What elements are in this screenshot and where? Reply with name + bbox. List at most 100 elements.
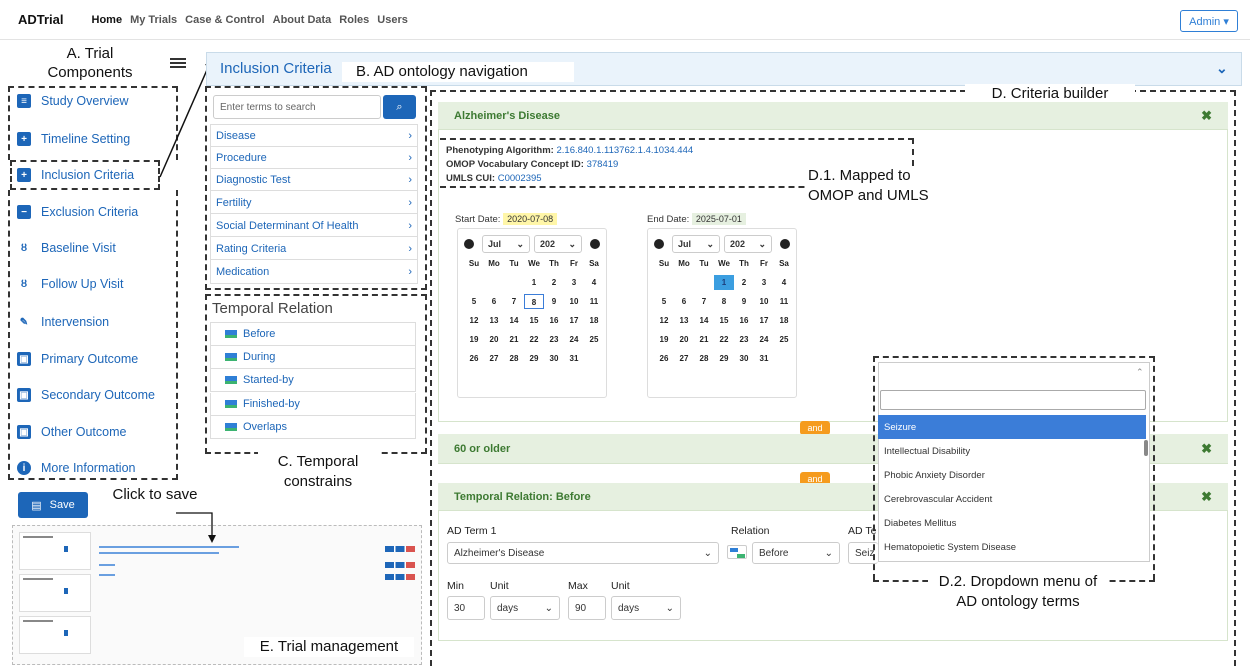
calendar-day[interactable]: 21 — [504, 332, 524, 347]
nav-my-trials[interactable]: My Trials — [130, 14, 177, 26]
calendar-day[interactable]: 22 — [524, 332, 544, 347]
calendar-day[interactable]: 15 — [524, 313, 544, 328]
calendar-day[interactable]: 4 — [584, 275, 604, 290]
calendar-day[interactable]: 26 — [654, 351, 674, 366]
calendar-day[interactable]: 27 — [674, 351, 694, 366]
sidebar-item-other-outcome[interactable]: ▣ Other Outcome — [17, 417, 177, 447]
calendar-day[interactable]: 25 — [584, 332, 604, 347]
next-month-icon[interactable] — [780, 239, 790, 249]
close-icon[interactable]: ✖ — [1201, 441, 1212, 457]
calendar-day[interactable]: 6 — [484, 294, 504, 309]
calendar-day[interactable]: 31 — [754, 351, 774, 366]
calendar-day-grid[interactable]: 1 2 3 4 5 6 7 8 9 10 11 12 13 14 15 16 17 18 19 20 21 22 23 24 2… — [464, 275, 604, 366]
ontology-category-fertility[interactable]: Fertility › — [210, 192, 418, 214]
calendar-day[interactable]: 13 — [484, 313, 504, 328]
calendar-day[interactable]: 17 — [754, 313, 774, 328]
prev-month-icon[interactable] — [654, 239, 664, 249]
calendar-day[interactable]: 21 — [694, 332, 714, 347]
dropdown-option[interactable]: Hematopoietic System Disease — [878, 535, 1146, 559]
close-icon[interactable]: ✖ — [1201, 108, 1212, 124]
sidebar-item-exclusion-criteria[interactable]: − Exclusion Criteria — [17, 197, 177, 227]
relation-select[interactable]: Before ⌄ — [752, 542, 840, 564]
chevron-up-icon[interactable]: ⌃ — [1136, 367, 1144, 378]
month-select[interactable]: Jul ⌄ — [672, 235, 720, 253]
temporal-item-overlaps[interactable]: Overlaps — [210, 416, 416, 439]
calendar-day[interactable]: 24 — [754, 332, 774, 347]
calendar-day[interactable]: 19 — [654, 332, 674, 347]
calendar-day[interactable]: 24 — [564, 332, 584, 347]
prev-month-icon[interactable] — [464, 239, 474, 249]
calendar-day[interactable]: 14 — [694, 313, 714, 328]
min-unit-select[interactable]: days ⌄ — [490, 596, 560, 620]
calendar-day[interactable]: 19 — [464, 332, 484, 347]
term1-select[interactable]: Alzheimer's Disease ⌄ — [447, 542, 719, 564]
calendar-day[interactable]: 10 — [564, 294, 584, 309]
calendar-day[interactable]: 9 — [734, 294, 754, 309]
ontology-category-rating-criteria[interactable]: Rating Criteria › — [210, 238, 418, 260]
calendar-day[interactable]: 1 — [524, 275, 544, 290]
year-select[interactable]: 202 ⌄ — [724, 235, 772, 253]
calendar-day[interactable]: 2 — [544, 275, 564, 290]
and-connector[interactable]: and — [800, 421, 830, 435]
start-date-value[interactable]: 2020-07-08 — [503, 213, 558, 225]
ontology-search-input[interactable]: Enter terms to search — [213, 95, 381, 119]
max-input[interactable]: 90 — [568, 596, 606, 620]
temporal-item-finished-by[interactable]: Finished-by — [210, 393, 416, 416]
calendar-day[interactable]: 11 — [584, 294, 604, 309]
temporal-item-during[interactable]: During — [210, 346, 416, 369]
chevron-down-icon[interactable]: ⌄ — [1216, 60, 1228, 77]
ontology-category-disease[interactable]: Disease › — [210, 125, 418, 147]
nav-about-data[interactable]: About Data — [273, 14, 332, 26]
sidebar-item-intervension[interactable]: ✎ Intervension — [17, 307, 177, 337]
calendar-day[interactable]: 12 — [654, 313, 674, 328]
nav-home[interactable]: Home — [92, 14, 123, 26]
calendar-day[interactable]: 16 — [734, 313, 754, 328]
ontology-category-diagnostic-test[interactable]: Diagnostic Test › — [210, 169, 418, 191]
omop-link[interactable]: 378419 — [587, 159, 619, 170]
ontology-category-sdoh[interactable]: Social Determinant Of Health › — [210, 215, 418, 237]
calendar-day[interactable]: 1 — [714, 275, 734, 290]
phenotyping-link[interactable]: 2.16.840.1.113762.1.4.1034.444 — [556, 145, 693, 156]
calendar-day[interactable]: 20 — [484, 332, 504, 347]
dropdown-scrollbar[interactable] — [1144, 440, 1148, 456]
dropdown-option[interactable]: Phobic Anxiety Disorder — [878, 463, 1146, 487]
dropdown-option[interactable]: Intellectual Disability — [878, 439, 1146, 463]
admin-menu-button[interactable]: Admin ▾ — [1180, 10, 1238, 32]
month-select[interactable]: Jul ⌄ — [482, 235, 530, 253]
calendar-day[interactable]: 30 — [544, 351, 564, 366]
dropdown-option[interactable]: Diabetes Mellitus — [878, 511, 1146, 535]
calendar-day[interactable]: 18 — [584, 313, 604, 328]
calendar-day[interactable]: 17 — [564, 313, 584, 328]
nav-roles[interactable]: Roles — [339, 14, 369, 26]
ontology-category-medication[interactable]: Medication › — [210, 261, 418, 283]
end-date-value[interactable]: 2025-07-01 — [691, 213, 746, 225]
end-date-calendar[interactable]: Jul ⌄ 202 ⌄ Su Mo Tu We Th Fr Sa 1 2 3 4 5 6 7 8 9 10 11 12… — [647, 228, 797, 398]
max-unit-select[interactable]: days ⌄ — [611, 596, 681, 620]
calendar-day[interactable]: 8 — [524, 294, 544, 309]
dropdown-search-input[interactable] — [880, 390, 1146, 410]
dropdown-option-seizure[interactable]: Seizure — [878, 415, 1146, 439]
calendar-day[interactable]: 23 — [734, 332, 754, 347]
sidebar-item-more-information[interactable]: i More Information — [17, 453, 177, 483]
min-input[interactable]: 30 — [447, 596, 485, 620]
calendar-day[interactable]: 16 — [544, 313, 564, 328]
calendar-day[interactable]: 29 — [714, 351, 734, 366]
calendar-day[interactable]: 20 — [674, 332, 694, 347]
save-button[interactable]: ▤ Save — [18, 492, 88, 518]
start-date-calendar[interactable]: Jul ⌄ 202 ⌄ Su Mo Tu We Th Fr Sa 1 2 3 4 5 6 7 8 9 10 11 12… — [457, 228, 607, 398]
calendar-day[interactable]: 14 — [504, 313, 524, 328]
calendar-day[interactable]: 5 — [464, 294, 484, 309]
calendar-day[interactable]: 28 — [504, 351, 524, 366]
calendar-day[interactable]: 22 — [714, 332, 734, 347]
calendar-day[interactable]: 15 — [714, 313, 734, 328]
calendar-day[interactable]: 5 — [654, 294, 674, 309]
calendar-day[interactable]: 26 — [464, 351, 484, 366]
temporal-item-started-by[interactable]: Started-by — [210, 369, 416, 392]
calendar-day[interactable]: 18 — [774, 313, 794, 328]
calendar-day[interactable]: 25 — [774, 332, 794, 347]
calendar-day[interactable]: 12 — [464, 313, 484, 328]
calendar-day[interactable]: 7 — [504, 294, 524, 309]
next-month-icon[interactable] — [590, 239, 600, 249]
calendar-day[interactable]: 13 — [674, 313, 694, 328]
calendar-day[interactable]: 27 — [484, 351, 504, 366]
